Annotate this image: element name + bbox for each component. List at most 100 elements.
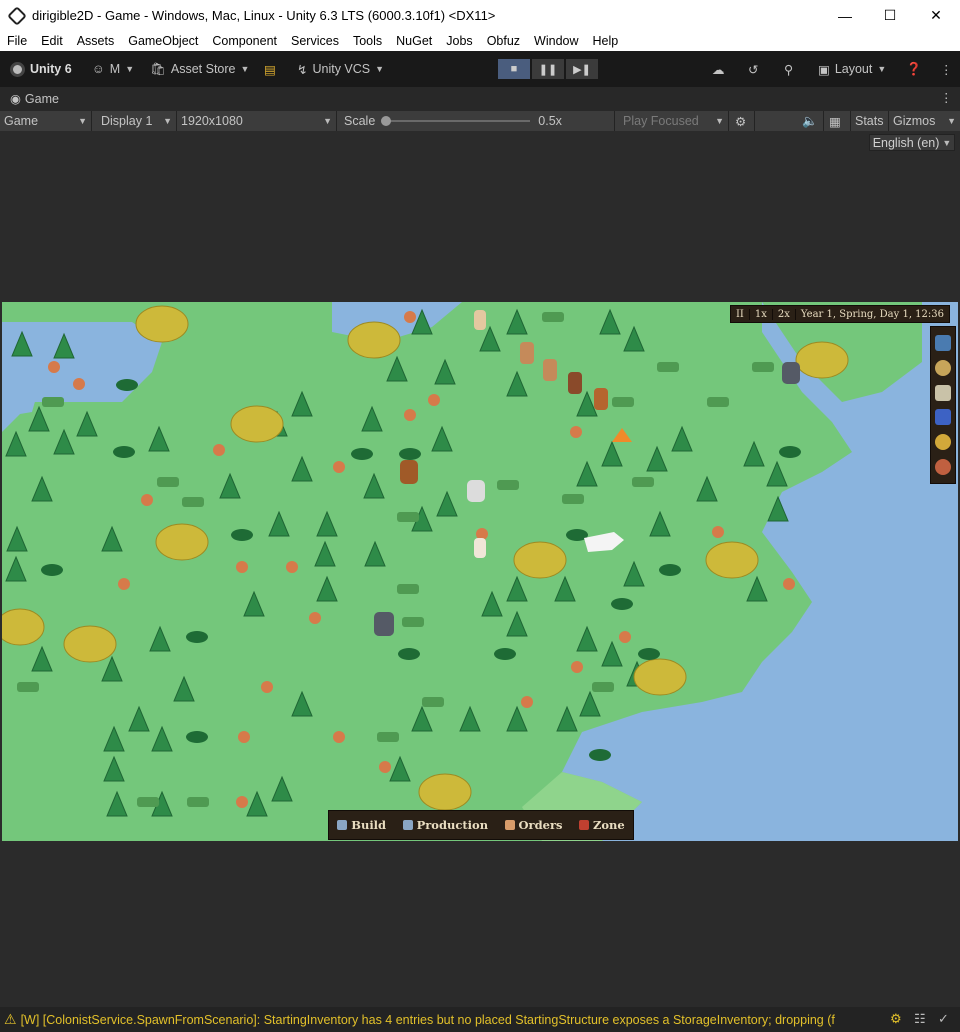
menu-component[interactable]: Component: [205, 34, 284, 48]
language-label: English (en): [872, 135, 940, 150]
view-select-label: Game: [4, 114, 39, 128]
layout-label: Layout: [834, 62, 873, 76]
eye-icon[interactable]: [935, 458, 951, 475]
menu-jobs[interactable]: Jobs: [439, 34, 479, 48]
unity-app-icon: [7, 5, 27, 26]
bug-icon[interactable]: ⚙: [731, 111, 755, 131]
menu-gameobject[interactable]: GameObject: [121, 34, 205, 48]
menu-file[interactable]: File: [0, 34, 34, 48]
vcs-dropdown[interactable]: ↯ Unity VCS ▼: [297, 51, 384, 87]
unity-label: Unity 6: [30, 62, 72, 76]
scale-handle[interactable]: [381, 116, 392, 126]
view-select[interactable]: Game ▼: [0, 111, 92, 131]
chevron-down-icon: ▼: [323, 116, 332, 126]
menu-bar: File Edit Assets GameObject Component Se…: [0, 31, 960, 51]
keyboard-icon[interactable]: ▦: [825, 111, 851, 131]
chevron-down-icon: ▼: [375, 64, 385, 74]
menu-tools[interactable]: Tools: [346, 34, 389, 48]
package-icon[interactable]: ▤: [264, 51, 276, 87]
production-button[interactable]: Production: [402, 818, 488, 832]
unity-account-button[interactable]: Unity 6: [10, 51, 72, 87]
play-mode-select[interactable]: Play Focused ▼: [619, 111, 729, 131]
build-label: Build: [351, 818, 387, 832]
anvil-icon: [402, 820, 413, 830]
stack-icon[interactable]: [935, 384, 951, 401]
console-message[interactable]: [W] [ColonistService.SpawnFromScenario]:…: [21, 1013, 871, 1027]
more-icon[interactable]: ⋮: [940, 51, 953, 87]
database-icon[interactable]: ☷: [914, 1011, 930, 1027]
language-select[interactable]: English (en) ▼: [869, 134, 955, 151]
game-world-map[interactable]: [2, 302, 958, 841]
tab-menu-icon[interactable]: ⋮: [940, 90, 953, 105]
menu-window[interactable]: Window: [527, 34, 585, 48]
account-dropdown[interactable]: ☺ M ▼: [92, 51, 134, 87]
zone-label: Zone: [592, 818, 625, 832]
help-icon[interactable]: ❓: [906, 51, 922, 87]
close-icon[interactable]: ✕: [913, 0, 959, 31]
action-bar: Build Production Orders Zone: [328, 810, 634, 840]
globe-icon[interactable]: [935, 359, 951, 376]
window-titlebar: dirigible2D - Game - Windows, Mac, Linux…: [0, 0, 960, 31]
account-icon: ☺: [92, 62, 105, 76]
search-icon[interactable]: ⚲: [784, 51, 793, 87]
cloud-icon[interactable]: ☁: [712, 51, 725, 87]
build-button[interactable]: Build: [337, 818, 386, 832]
menu-edit[interactable]: Edit: [34, 34, 70, 48]
zone-button[interactable]: Zone: [578, 818, 625, 832]
chevron-down-icon: ▼: [942, 137, 952, 148]
stop-button[interactable]: ■: [498, 59, 530, 79]
chevron-down-icon: ▼: [240, 64, 250, 74]
chevron-down-icon: ▼: [125, 64, 135, 74]
game-canvas[interactable]: II 1x 2x Year 1, Spring, Day 1, 12:36 Bu…: [2, 302, 958, 841]
game-date: Year 1, Spring, Day 1, 12:36: [800, 308, 944, 320]
save-icon[interactable]: [935, 409, 951, 426]
stats-button[interactable]: Stats: [851, 111, 889, 131]
chevron-down-icon: ▼: [163, 116, 172, 126]
game-tab-strip: ◉ Game ⋮: [0, 87, 960, 111]
play-controls: ■ ❚❚ ▶❚: [498, 59, 598, 79]
pause-speed-button[interactable]: II: [731, 308, 750, 320]
console-status-bar[interactable]: ⚠ [W] [ColonistService.SpawnFromScenario…: [0, 1007, 960, 1032]
step-button[interactable]: ▶❚: [566, 59, 598, 79]
gizmos-label: Gizmos: [893, 114, 936, 128]
flag-icon: [578, 820, 589, 830]
menu-assets[interactable]: Assets: [70, 34, 122, 48]
maximize-icon[interactable]: ☐: [867, 0, 913, 31]
scale-value: 0.5x: [538, 114, 562, 128]
hammer-icon: [337, 820, 348, 830]
main-toolbar: Unity 6 ☺ M ▼ 🛍 Asset Store ▼ ▤ ↯ Unity …: [0, 51, 960, 87]
tab-game-label: Game: [24, 91, 59, 106]
tab-game[interactable]: ◉ Game: [10, 91, 59, 107]
scale-slider[interactable]: Scale 0.5x: [340, 111, 615, 131]
minimize-icon[interactable]: —: [822, 0, 868, 31]
check-circle-icon[interactable]: ✓: [938, 1011, 954, 1027]
menu-help[interactable]: Help: [586, 34, 626, 48]
orders-label: Orders: [518, 818, 563, 832]
menu-nuget[interactable]: NuGet: [389, 34, 439, 48]
shopping-bag-icon: 🛍: [150, 61, 166, 76]
asset-store-label: Asset Store: [170, 62, 236, 76]
menu-services[interactable]: Services: [284, 34, 346, 48]
scroll-icon: [504, 820, 515, 830]
orders-button[interactable]: Orders: [504, 818, 563, 832]
window-title: dirigible2D - Game - Windows, Mac, Linux…: [32, 8, 496, 23]
display-select[interactable]: Display 1 ▼: [97, 111, 177, 131]
heart-icon[interactable]: [935, 433, 951, 450]
history-icon[interactable]: ↺: [748, 51, 758, 87]
layout-icon: ▣: [818, 62, 830, 77]
dirigible-icon[interactable]: [935, 335, 951, 352]
bug-icon[interactable]: ⚙: [890, 1011, 906, 1027]
gizmos-dropdown[interactable]: Gizmos ▼: [889, 111, 960, 131]
speed-1x-button[interactable]: 1x: [750, 308, 773, 320]
warning-icon: ⚠: [4, 1011, 17, 1027]
asset-store-dropdown[interactable]: 🛍 Asset Store ▼: [150, 51, 249, 87]
resolution-select[interactable]: 1920x1080 ▼: [177, 111, 337, 131]
layout-dropdown[interactable]: ▣ Layout ▼: [818, 51, 886, 87]
speed-2x-button[interactable]: 2x: [773, 308, 796, 320]
scale-track[interactable]: [381, 116, 531, 126]
game-view-toolbar: Game ▼ Display 1 ▼ 1920x1080 ▼ Scale 0.5…: [0, 111, 960, 131]
mute-audio-icon[interactable]: 🔈: [798, 111, 824, 131]
account-label: M: [109, 62, 121, 76]
menu-obfuz[interactable]: Obfuz: [480, 34, 527, 48]
pause-button[interactable]: ❚❚: [532, 59, 564, 79]
